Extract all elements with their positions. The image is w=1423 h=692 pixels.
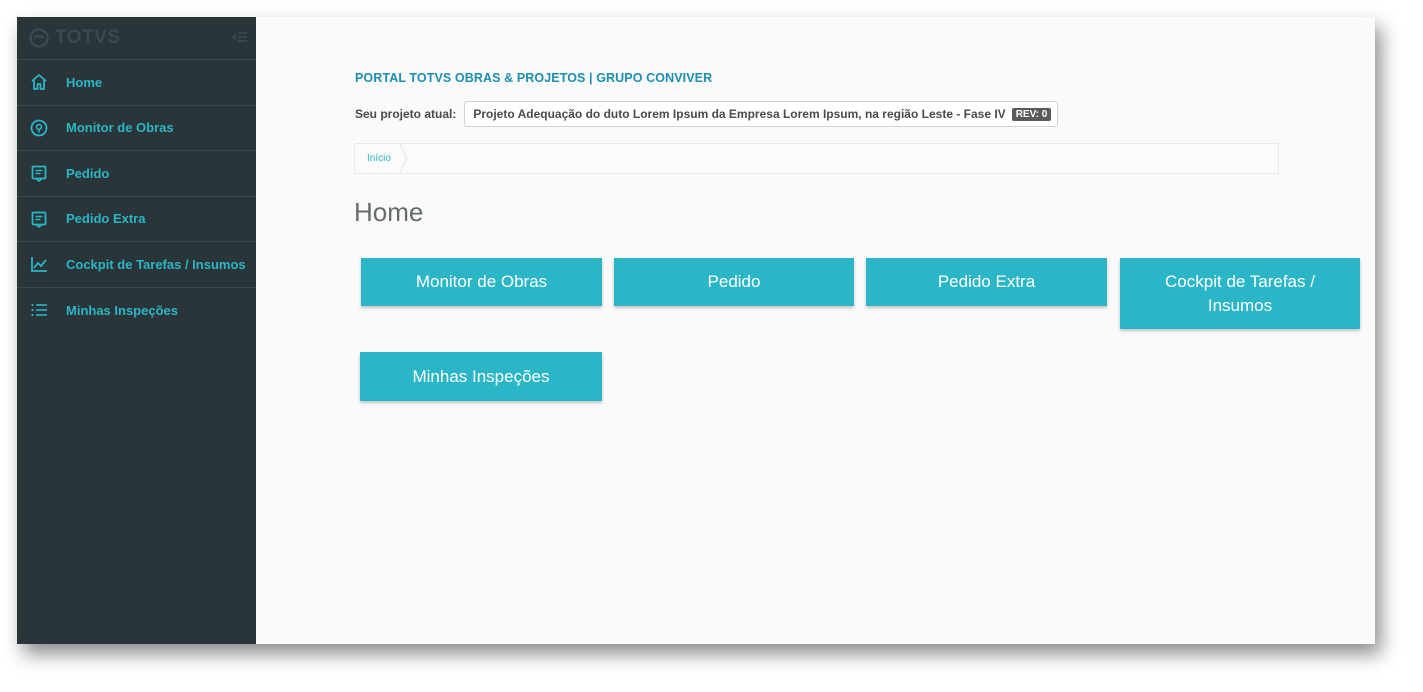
totvs-logo-icon xyxy=(29,28,49,48)
tile-pedido[interactable]: Pedido xyxy=(614,258,854,306)
main-content: PORTAL TOTVS OBRAS & PROJETOS | GRUPO CO… xyxy=(256,17,1375,644)
home-icon xyxy=(29,72,49,92)
portal-title: PORTAL TOTVS OBRAS & PROJETOS | GRUPO CO… xyxy=(355,71,713,85)
sidebar-item-minhas-inspecoes[interactable]: Minhas Inspeções xyxy=(17,288,256,334)
current-project-row: Seu projeto atual: Projeto Adequação do … xyxy=(355,101,1059,127)
sidebar-item-monitor-de-obras[interactable]: Monitor de Obras xyxy=(17,106,256,151)
tile-pedido-extra[interactable]: Pedido Extra xyxy=(866,258,1107,306)
sidebar-item-label: Monitor de Obras xyxy=(66,120,174,136)
sidebar-item-label: Cockpit de Tarefas / Insumos xyxy=(66,256,246,272)
list-icon xyxy=(29,300,49,320)
receipt-icon xyxy=(29,163,49,183)
sidebar: TOTVS Home Monitor de Obras Pedido Pedid… xyxy=(17,17,256,644)
tile-minhas-inspecoes[interactable]: Minhas Inspeções xyxy=(360,352,602,401)
sidebar-item-pedido[interactable]: Pedido xyxy=(17,151,256,197)
sidebar-item-label: Pedido xyxy=(66,165,110,181)
breadcrumb: Início xyxy=(354,143,1279,174)
sidebar-item-label: Minhas Inspeções xyxy=(66,302,178,318)
breadcrumb-separator-icon xyxy=(399,144,408,173)
receipt-icon xyxy=(29,209,49,229)
revision-badge: REV: 0 xyxy=(1011,107,1052,121)
sidebar-item-home[interactable]: Home xyxy=(17,60,256,106)
tile-cockpit-tarefas-insumos[interactable]: Cockpit de Tarefas / Insumos xyxy=(1120,258,1360,329)
project-name: Projeto Adequação do duto Lorem Ipsum da… xyxy=(473,107,1006,121)
sidebar-item-pedido-extra[interactable]: Pedido Extra xyxy=(17,197,256,242)
current-project-selector[interactable]: Projeto Adequação do duto Lorem Ipsum da… xyxy=(464,101,1059,127)
current-project-label: Seu projeto atual: xyxy=(355,107,457,121)
brand-logo: TOTVS xyxy=(29,27,121,49)
brand-bar: TOTVS xyxy=(17,17,256,60)
breadcrumb-item-inicio[interactable]: Início xyxy=(355,144,403,173)
sidebar-item-cockpit[interactable]: Cockpit de Tarefas / Insumos xyxy=(17,242,256,288)
collapse-menu-icon[interactable] xyxy=(231,30,248,49)
sidebar-item-label: Pedido Extra xyxy=(66,211,146,227)
chart-icon xyxy=(29,254,49,274)
page-title: Home xyxy=(354,197,424,227)
app-window: TOTVS Home Monitor de Obras Pedido Pedid… xyxy=(17,17,1375,644)
location-pin-icon xyxy=(29,118,49,138)
brand-name: TOTVS xyxy=(55,27,121,48)
tile-monitor-de-obras[interactable]: Monitor de Obras xyxy=(361,258,602,306)
sidebar-item-label: Home xyxy=(66,74,103,90)
